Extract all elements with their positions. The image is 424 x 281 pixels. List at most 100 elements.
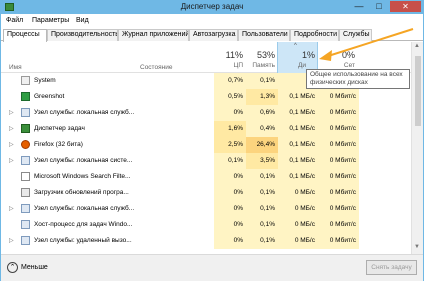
process-row[interactable]: Microsoft Windows Search Filte... 0% 0,1% 0…: [1, 169, 411, 185]
process-row[interactable]: ▷ Узел службы: локальная служб... 0% 0,6% 0,…: [1, 105, 411, 121]
network-cell: 0 Мбит/с: [318, 153, 359, 169]
cpu-cell: 2,5%: [214, 137, 246, 153]
process-name: Microsoft Windows Search Filte...: [34, 173, 131, 180]
menu-view[interactable]: Вид: [76, 17, 89, 24]
process-row[interactable]: ▷ Узел службы: локальная служб... 0% 0,1% 0 …: [1, 201, 411, 217]
cpu-total-percent[interactable]: 11%: [214, 50, 243, 60]
end-task-button[interactable]: Снять задачу: [366, 260, 417, 275]
expand-arrow-icon[interactable]: ▷: [9, 125, 14, 132]
firefox-icon: [21, 140, 30, 149]
tab-processes[interactable]: Процессы: [3, 29, 47, 42]
fewer-details-button[interactable]: ⌃ Меньше: [7, 261, 48, 275]
close-button[interactable]: ✕: [390, 1, 421, 12]
tab-details[interactable]: Подробности: [290, 29, 339, 41]
tab-startup[interactable]: Автозагрузка: [189, 29, 238, 41]
network-cell: 0 Мбит/с: [318, 137, 359, 153]
network-cell: 0 Мбит/с: [318, 217, 359, 233]
process-row[interactable]: Загрузчик обновлений програ... 0% 0,1% 0 МБ…: [1, 185, 411, 201]
disk-cell: 0,1 МБ/с: [278, 89, 318, 105]
memory-cell: 0,4%: [246, 121, 278, 137]
task-host-icon: [21, 220, 30, 229]
memory-cell: 0,1%: [246, 185, 278, 201]
menu-file[interactable]: Файл: [6, 17, 23, 24]
disk-cell: 0 МБ/с: [278, 185, 318, 201]
maximize-button[interactable]: □: [369, 1, 389, 12]
scroll-up-icon[interactable]: ▲: [414, 43, 420, 49]
footer-bar: ⌃ Меньше Снять задачу: [1, 254, 423, 281]
process-row[interactable]: Хост-процесс для задач Windo... 0% 0,1% 0 М…: [1, 217, 411, 233]
memory-cell: 0,1%: [246, 73, 278, 89]
cpu-cell: 0,1%: [214, 153, 246, 169]
minimize-button[interactable]: —: [349, 1, 369, 12]
disk-cell: 0,1 МБ/с: [278, 169, 318, 185]
cpu-cell: 0%: [214, 185, 246, 201]
process-name: Узел службы: удаленный вызо...: [34, 237, 132, 244]
task-manager-icon: [21, 124, 30, 133]
cpu-cell: 1,6%: [214, 121, 246, 137]
process-row[interactable]: Greenshot 0,5% 1,3% 0,1 МБ/с 0 Мбит/с: [1, 89, 411, 105]
service-host-icon: [21, 108, 30, 117]
cpu-cell: 0,7%: [214, 73, 246, 89]
chevron-up-icon: ⌃: [7, 261, 18, 273]
disk-cell: 0,1 МБ/с: [278, 137, 318, 153]
column-memory[interactable]: Память: [246, 62, 275, 69]
process-name: Узел службы: локальная служб...: [34, 205, 135, 212]
process-name: Хост-процесс для задач Windo...: [34, 221, 133, 228]
process-list: System0,7%0,1%0,10%Greenshot0,5%1,3%0,1 …: [1, 73, 411, 253]
column-network[interactable]: Сет: [321, 62, 355, 69]
tab-bar: Процессы Производительность Журнал прило…: [1, 28, 423, 42]
cpu-cell: 0%: [214, 169, 246, 185]
sort-chevron-icon: ^: [294, 43, 297, 49]
tab-users[interactable]: Пользователи: [238, 29, 290, 41]
expand-arrow-icon[interactable]: ▷: [9, 237, 14, 244]
expand-arrow-icon[interactable]: ▷: [9, 205, 14, 212]
column-disk[interactable]: Ди: [281, 62, 306, 69]
tooltip-line-2: физических дисках: [310, 79, 368, 86]
disk-total-percent[interactable]: 1%: [281, 50, 315, 60]
process-name: Узел службы: локальная служб...: [34, 109, 135, 116]
search-filter-icon: [21, 172, 30, 181]
memory-cell: 0,6%: [246, 105, 278, 121]
tooltip-line-1: Общее использование на всех: [310, 71, 403, 78]
menu-bar: Файл Параметры Вид: [1, 15, 423, 27]
scroll-thumb[interactable]: [415, 56, 421, 126]
network-cell: 0 Мбит/с: [318, 233, 359, 249]
process-row[interactable]: ▷ Диспетчер задач 1,6% 0,4% 0,1 МБ/с 0 Мбит/с: [1, 121, 411, 137]
column-state[interactable]: Состояние: [140, 64, 172, 71]
service-host-icon: [21, 236, 30, 245]
process-row[interactable]: ▷ Узел службы: удаленный вызо... 0% 0,1% 0 М…: [1, 233, 411, 249]
network-cell: 0 Мбит/с: [318, 169, 359, 185]
menu-options[interactable]: Параметры: [32, 17, 69, 24]
process-row[interactable]: ▷ Firefox (32 бита) 2,5% 26,4% 0,1 МБ/с 0 Мби…: [1, 137, 411, 153]
service-host-icon: [21, 156, 30, 165]
process-name: System: [34, 77, 56, 84]
process-row[interactable]: ▷ Узел службы: локальная систе... 0,1% 3,5%…: [1, 153, 411, 169]
expand-arrow-icon[interactable]: ▷: [9, 141, 14, 148]
column-cpu[interactable]: ЦП: [214, 62, 243, 69]
service-host-icon: [21, 204, 30, 213]
scroll-down-icon[interactable]: ▼: [414, 244, 420, 250]
disk-column-tooltip: Общее использование на всех физических д…: [306, 69, 410, 89]
memory-cell: 0,1%: [246, 233, 278, 249]
title-bar[interactable]: Диспетчер задач — □ ✕: [1, 1, 423, 14]
memory-cell: 26,4%: [246, 137, 278, 153]
memory-total-percent[interactable]: 53%: [246, 50, 275, 60]
disk-cell: 0,1 МБ/с: [278, 105, 318, 121]
network-total-percent[interactable]: 0%: [321, 50, 355, 60]
greenshot-icon: [21, 92, 30, 101]
tab-performance[interactable]: Производительность: [47, 29, 118, 41]
cpu-cell: 0%: [214, 201, 246, 217]
updater-icon: [21, 188, 30, 197]
system-icon: [21, 76, 30, 85]
cpu-cell: 0,5%: [214, 89, 246, 105]
tab-app-history[interactable]: Журнал приложений: [118, 29, 189, 41]
column-name[interactable]: Имя: [9, 64, 22, 71]
network-cell: 0 Мбит/с: [318, 201, 359, 217]
tab-services[interactable]: Службы: [339, 29, 372, 41]
expand-arrow-icon[interactable]: ▷: [9, 109, 14, 116]
memory-cell: 3,5%: [246, 153, 278, 169]
vertical-scrollbar[interactable]: ▲ ▼: [411, 42, 423, 254]
expand-arrow-icon[interactable]: ▷: [9, 157, 14, 164]
process-name: Greenshot: [34, 93, 65, 100]
process-name: Firefox (32 бита): [34, 141, 83, 148]
